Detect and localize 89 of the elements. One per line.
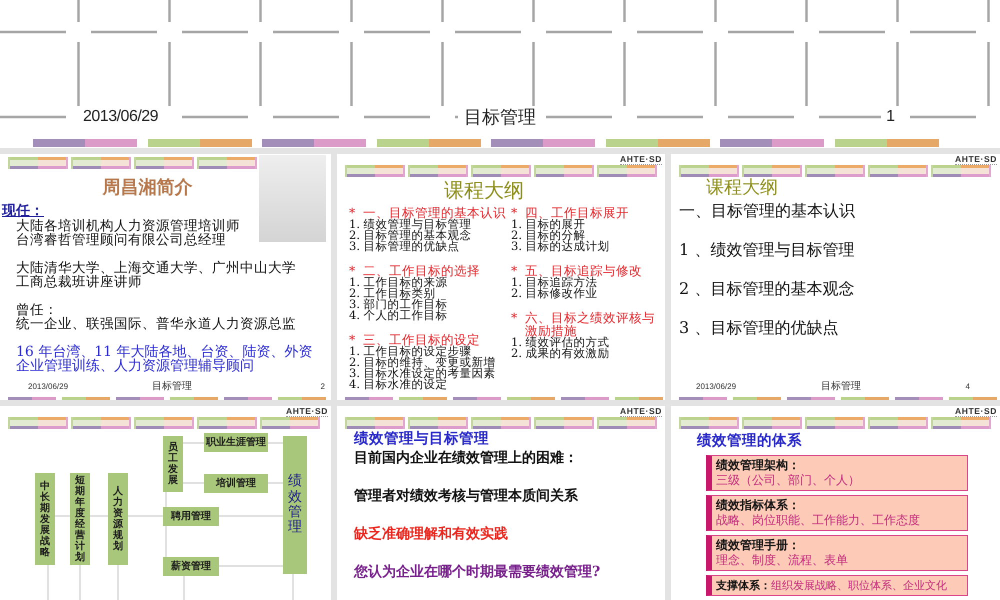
- bullet-marker: *: [511, 264, 518, 277]
- list-item: 2 、目标管理的基本观念: [679, 280, 856, 298]
- list-item: 2. 目标修改作业: [511, 288, 599, 299]
- connector-line: [90, 515, 108, 517]
- slide-title: 课程大纲: [705, 177, 779, 198]
- list-item: 2. 目标管理的基本观念: [349, 230, 473, 241]
- page-number: 2: [320, 382, 325, 391]
- box-text: 理念、制度、流程、表单: [716, 553, 849, 568]
- body-text: 大陆各培训机构人力资源管理培训师: [16, 219, 241, 233]
- slide-title: 绩效管理的体系: [697, 433, 803, 449]
- section-heading: 三、工作目标的设定: [363, 333, 481, 346]
- footer-title: 目标管理: [821, 380, 862, 393]
- list-item: 1. 目标追踪方法: [511, 277, 598, 288]
- box-heading: 绩效管理手册：: [716, 538, 801, 553]
- list-item: 1. 工作目标的来源: [349, 277, 448, 288]
- diagram-node: 绩效管理: [283, 436, 307, 574]
- connector-line: [183, 482, 204, 484]
- connector-line: [117, 565, 119, 600]
- section-heading: 六、目标之绩效评核与激励措施: [525, 311, 656, 337]
- list-item: 1. 工作目标的设定步骤: [349, 346, 472, 357]
- connector-line: [183, 442, 204, 444]
- box-text: 战略、岗位职能、工作能力、工作态度: [716, 513, 921, 528]
- list-item: 2. 目标的维持、变更或新增: [349, 357, 497, 368]
- box-heading: 绩效指标体系：: [716, 498, 801, 513]
- box-heading: 绩效管理架构：: [716, 458, 801, 473]
- list-item: 3 、目标管理的优缺点: [679, 319, 840, 337]
- list-item: 4. 目标水准的设定: [349, 379, 448, 390]
- slide-title: 课程大纲: [443, 178, 525, 202]
- body-text: 缺乏准确理解和有效实践: [354, 526, 509, 542]
- connector-line: [128, 515, 163, 517]
- list-item: 3. 目标水准设定的考量因素: [349, 368, 497, 379]
- body-text: 您认为企业在哪个时期最需要绩效管理?: [354, 564, 602, 580]
- body-text: 统一企业、联强国际、普华永道人力资源总监: [16, 317, 297, 331]
- list-item: 3. 部门的工作目标: [349, 299, 449, 310]
- bullet-marker: *: [349, 264, 356, 277]
- slide-title: 周昌湘简介: [101, 178, 194, 198]
- page-number: 4: [966, 382, 970, 391]
- section-heading: 四、工作目标展开: [525, 206, 630, 219]
- connector-line: [165, 526, 167, 557]
- section-heading: 一、目标管理的基本认识: [363, 206, 507, 219]
- diagram-node: 短期年度经营计划: [70, 473, 90, 565]
- footer-title: 目标管理: [152, 380, 193, 393]
- list-item: 1. 绩效管理与目标管理: [349, 219, 472, 230]
- diagram-node: 人力资源规划: [108, 473, 128, 565]
- body-text: 台湾睿哲管理顾问有限公司总经理: [16, 233, 227, 247]
- diagram-node: 职业生涯管理: [204, 433, 268, 452]
- box-heading: 支撑体系：: [716, 578, 771, 593]
- connector-line: [79, 565, 81, 600]
- section-label: 现任：: [2, 204, 44, 219]
- box-text: 组织发展战略、职位体系、企业文化: [771, 578, 947, 593]
- diagram-node: 培训管理: [204, 474, 268, 493]
- connector-line: [47, 565, 49, 600]
- connector-line: [219, 515, 283, 517]
- connector-line: [219, 565, 283, 567]
- body-text: 管理者对绩效考核与管理本质间关系: [354, 488, 579, 504]
- connector-line: [165, 492, 167, 507]
- body-text: 目前国内企业在绩效管理上的困难：: [354, 450, 579, 466]
- list-item: 一、目标管理的基本认识: [679, 202, 856, 220]
- bullet-marker: *: [349, 206, 356, 219]
- bullet-marker: *: [511, 311, 518, 327]
- body-text: 大陆清华大学、上海交通大学、广州中山大学工商总裁班讲座讲师: [16, 261, 297, 289]
- connector-line: [268, 482, 283, 484]
- list-item: 2. 工作目标类别: [349, 288, 436, 299]
- connector-line: [55, 515, 70, 517]
- list-item: 1. 目标的展开: [511, 219, 586, 230]
- list-item: 1. 绩效评估的方式: [511, 337, 611, 348]
- connector-line: [183, 576, 185, 600]
- list-item: 2. 目标的分解: [511, 230, 586, 241]
- list-item: 2. 成果的有效激励: [511, 348, 611, 359]
- body-text: 16 年台湾、11 年大陆各地、台资、陆资、外资企业管理训练、人力资源管理辅导顾问: [16, 345, 314, 373]
- footer-date: 2013/06/29: [696, 382, 738, 391]
- box-text: 三级（公司、部门、个人）: [716, 473, 861, 488]
- bullet-marker: *: [511, 206, 518, 219]
- slide-title: 绩效管理与目标管理: [354, 431, 490, 447]
- list-item: 1 、绩效管理与目标管理: [679, 241, 856, 259]
- connector-line: [268, 442, 283, 444]
- connector-line: [292, 574, 294, 600]
- diagram-node: 中长期发展战略: [35, 473, 55, 565]
- footer-date: 2013/06/29: [28, 382, 70, 391]
- list-item: 3. 目标的达成计划: [511, 241, 611, 252]
- list-item: 4. 个人的工作目标: [349, 310, 449, 321]
- bullet-marker: *: [349, 333, 356, 346]
- body-text: 曾任：: [16, 303, 58, 317]
- section-heading: 二、工作目标的选择: [363, 264, 481, 277]
- diagram-node: 员工发展: [163, 436, 183, 492]
- diagram-node: 聘用管理: [163, 507, 219, 526]
- list-item: 3. 目标管理的优缺点: [349, 241, 460, 252]
- diagram-node: 薪资管理: [163, 557, 219, 576]
- section-heading: 五、目标追踪与修改: [525, 264, 643, 277]
